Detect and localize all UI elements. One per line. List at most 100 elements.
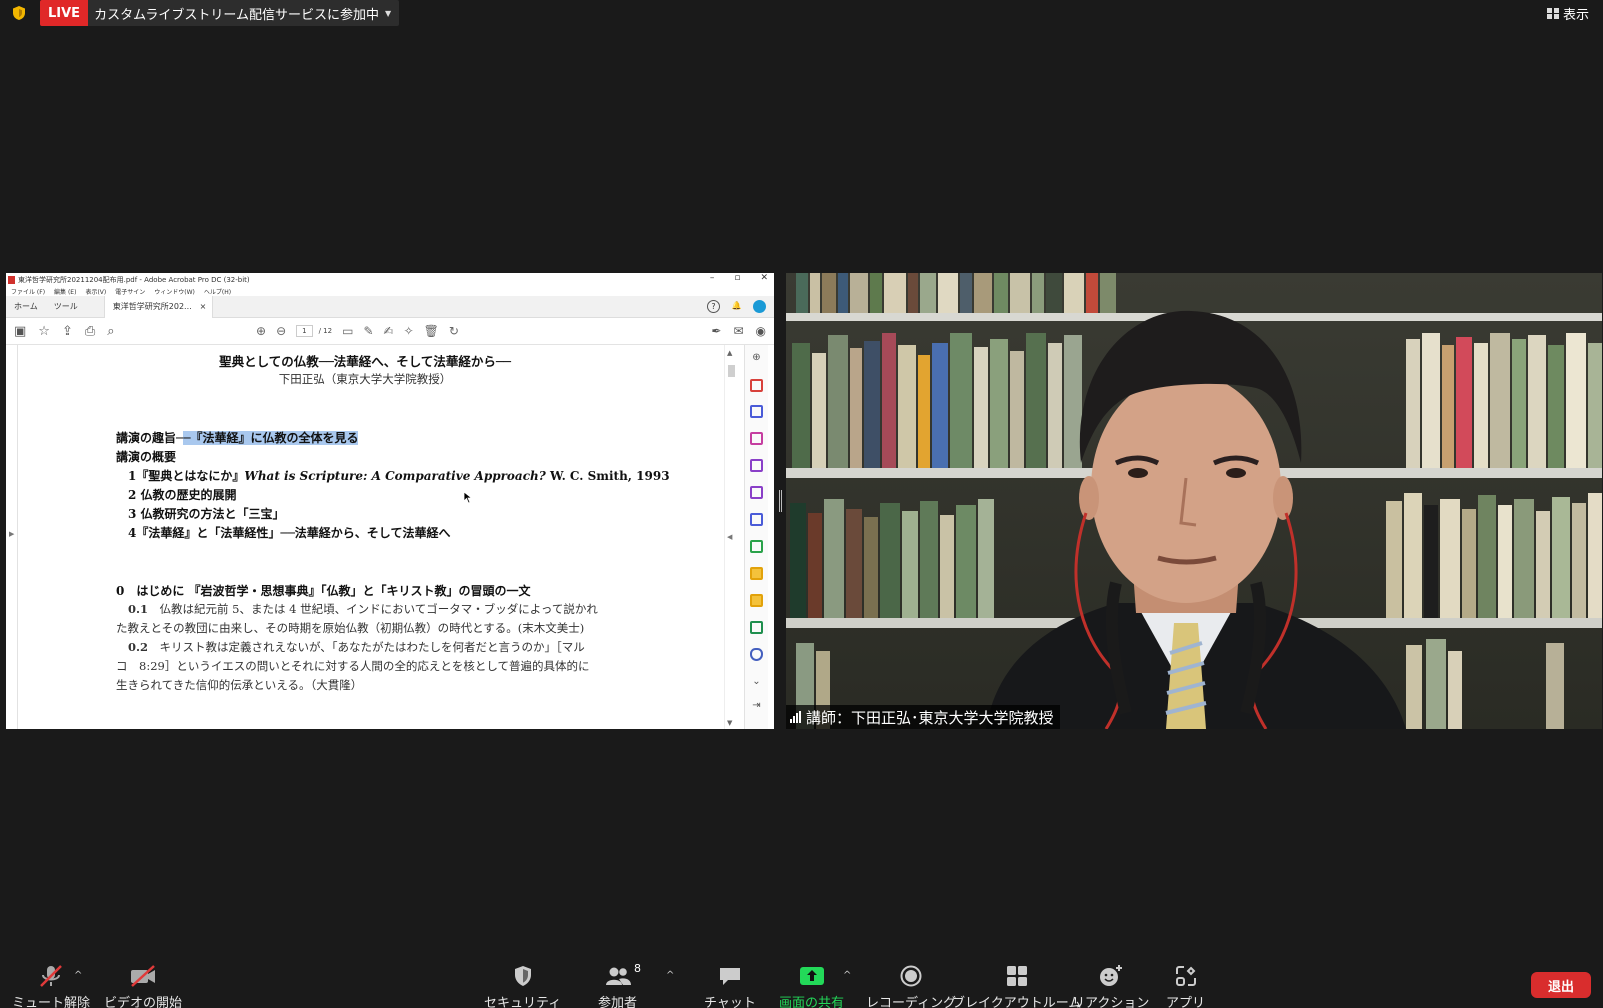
stamp-icon[interactable]: ✧	[404, 324, 414, 338]
save-icon[interactable]: ▣	[14, 324, 26, 339]
menu-view[interactable]: 表示(V)	[85, 287, 106, 296]
acrobat-menubar: ファイル (F) 編集 (E) 表示(V) 電子サイン ウィンドウ(W) ヘルプ…	[6, 286, 774, 296]
tab-document[interactable]: 東洋哲学研究所202... ×	[103, 295, 214, 318]
trash-icon[interactable]: 🗑	[424, 324, 439, 338]
page-current[interactable]: 1	[296, 325, 313, 337]
security-button[interactable]: セキュリティ	[484, 964, 561, 1008]
chevron-down-icon[interactable]: ⌄	[750, 675, 763, 688]
view-button[interactable]: 表示	[1546, 4, 1589, 23]
zoom-meeting-window: LIVE カスタムライブストリーム配信サービスに参加中 ▼ 表示 東洋哲学研究所…	[0, 0, 1603, 1008]
speaker-video-frame	[786, 273, 1602, 729]
breakout-rooms-button[interactable]: ブレイクアウトルーム	[952, 964, 1081, 1008]
share-user-icon[interactable]: ◉	[756, 324, 766, 338]
close-icon[interactable]: ×	[200, 302, 207, 311]
apps-icon	[1174, 964, 1198, 988]
help-icon[interactable]: ?	[707, 300, 720, 313]
paragraph-0-1-text-1: 仏教は紀元前 5、または 4 世紀頃、インドにおいてゴータマ・ブッダによって説か…	[148, 602, 598, 616]
mouse-cursor-icon	[463, 491, 473, 504]
shield-icon[interactable]	[11, 5, 27, 21]
participants-options-chevron-up-icon[interactable]: ^	[666, 970, 674, 981]
account-icon[interactable]	[753, 300, 766, 313]
send-for-review-icon[interactable]	[750, 567, 763, 580]
menu-window[interactable]: ウィンドウ(W)	[154, 287, 195, 296]
reactions-button[interactable]: リアクション	[1072, 964, 1149, 1008]
cloud-upload-icon[interactable]: ⇪	[62, 324, 73, 339]
security-shield-icon	[512, 964, 534, 988]
participants-button[interactable]: 参加者	[598, 964, 637, 1008]
split-view-handle[interactable]	[779, 490, 782, 512]
live-stream-label: カスタムライブストリーム配信サービスに参加中	[94, 7, 380, 23]
organize-pages-icon[interactable]	[750, 432, 763, 445]
protect-icon[interactable]	[750, 648, 763, 661]
export-pdf-icon[interactable]	[750, 459, 763, 472]
record-icon	[899, 964, 923, 988]
paragraph-0-2-text-1: キリスト教は定義されえないが、「あなたがたはわたしを何者だと言うのか」［マル	[148, 640, 585, 654]
request-signature-icon[interactable]	[750, 513, 763, 526]
breakout-rooms-label: ブレイクアウトルーム	[952, 996, 1082, 1008]
share-screen-icon	[799, 964, 825, 988]
comment-tool-icon[interactable]	[750, 594, 763, 607]
tab-home[interactable]: ホーム	[6, 296, 46, 318]
scroll-thumb[interactable]	[728, 365, 735, 377]
participant-name: 講師：下田正弘･東京大学大学院教授	[806, 708, 1054, 727]
apps-button[interactable]: アプリ	[1166, 964, 1205, 1008]
reactions-label: リアクション	[1072, 996, 1150, 1008]
edit-pdf-icon[interactable]	[750, 486, 763, 499]
minimize-icon[interactable]: –	[710, 273, 715, 283]
comment-icon[interactable]: ▭	[342, 324, 353, 338]
recording-button[interactable]: レコーディング	[866, 964, 956, 1008]
speaker-video-tile[interactable]: 講師：下田正弘･東京大学大学院教授	[786, 273, 1602, 729]
page-down-icon[interactable]: ⊖	[276, 324, 286, 338]
page-indicator[interactable]: 1 / 12	[296, 325, 332, 337]
menu-esign[interactable]: 電子サイン	[115, 287, 145, 296]
outline-item-2: 2 仏教の歴史的展開	[128, 488, 237, 502]
close-icon[interactable]: ✕	[760, 273, 768, 283]
fill-sign-icon[interactable]: ✒	[711, 324, 721, 338]
zoom-in-icon[interactable]: ⊕	[750, 351, 763, 364]
acrobat-titlebar: 東洋哲学研究所20211204配布用.pdf - Adobe Acrobat P…	[6, 273, 774, 286]
leave-button[interactable]: 退出	[1531, 972, 1591, 998]
video-camera-off-icon	[129, 964, 157, 988]
menu-help[interactable]: ヘルプ(H)	[204, 287, 231, 296]
live-stream-status[interactable]: カスタムライブストリーム配信サービスに参加中 ▼	[88, 0, 400, 26]
star-icon[interactable]: ☆	[38, 324, 50, 339]
chat-bubble-icon	[717, 964, 743, 988]
live-stream-indicator[interactable]: LIVE カスタムライブストリーム配信サービスに参加中 ▼	[40, 0, 400, 26]
print-icon[interactable]: ⎙	[85, 324, 95, 339]
meeting-toolbar: ミュート解除 ^ ビデオの開始 セキュリティ 参加者 8 ^ チャット 画面の共…	[0, 950, 1603, 1008]
menu-file[interactable]: ファイル (F)	[11, 287, 45, 296]
audio-options-chevron-up-icon[interactable]: ^	[74, 970, 82, 981]
pdf-viewport[interactable]: ▶ 聖典としての仏教──法華経へ、そして法華経から── 下田正弘（東京大学大学院…	[6, 345, 738, 729]
print-production-icon[interactable]	[750, 621, 763, 634]
sign-icon[interactable]: ✍	[384, 324, 394, 338]
tab-tools[interactable]: ツール	[46, 296, 86, 318]
share-screen-button[interactable]: 画面の共有	[779, 964, 844, 1008]
combine-files-icon[interactable]	[750, 405, 763, 418]
start-video-button[interactable]: ビデオの開始	[104, 964, 182, 1008]
share-options-chevron-up-icon[interactable]: ^	[843, 970, 851, 981]
doc-author: 下田正弘（東京大学大学院教授）	[278, 372, 452, 386]
paragraph-0-2-number: 0.2	[128, 640, 149, 654]
pen-icon[interactable]: ✎	[363, 324, 373, 338]
create-pdf-icon[interactable]	[750, 379, 763, 392]
chat-button[interactable]: チャット	[704, 964, 756, 1008]
paragraph-0-2-line-1: 0.2 キリスト教は定義されえないが、「あなたがたはわたしを何者だと言うのか」［…	[128, 639, 585, 655]
outline-item-3: 3 仏教研究の方法と「三宝」	[128, 507, 285, 521]
chevron-left-icon[interactable]: ◀	[727, 533, 732, 541]
scroll-up-icon[interactable]: ▲	[727, 349, 732, 357]
collapse-panel-icon[interactable]: ⇥	[750, 699, 763, 712]
bell-icon[interactable]: 🔔	[730, 300, 743, 313]
rotate-icon[interactable]: ↻	[449, 324, 459, 338]
paragraph-0-2-line-3: 生きられてきた信仰的伝承といえる。（大貫隆）	[116, 678, 363, 692]
outline-item-4: 4『法華経』と「法華経性」──法華経から、そして法華経へ	[128, 526, 451, 540]
scroll-down-icon[interactable]: ▼	[727, 719, 732, 727]
pdf-scrollbar[interactable]: ▲ ◀ ▼	[724, 345, 736, 729]
zoom-icon[interactable]: ⌕	[107, 324, 114, 339]
compress-pdf-icon[interactable]	[750, 540, 763, 553]
mail-icon[interactable]: ✉	[733, 324, 743, 338]
menu-edit[interactable]: 編集 (E)	[54, 287, 76, 296]
restore-icon[interactable]: ▫	[734, 273, 740, 283]
purpose-prefix: 講演の趣旨─	[116, 431, 184, 445]
page-up-icon[interactable]: ⊕	[256, 324, 266, 338]
paragraph-0-2-line-2: コ 8:29］というイエスの問いとそれに対する人間の全的応えとを核として普遍的具…	[116, 659, 590, 673]
